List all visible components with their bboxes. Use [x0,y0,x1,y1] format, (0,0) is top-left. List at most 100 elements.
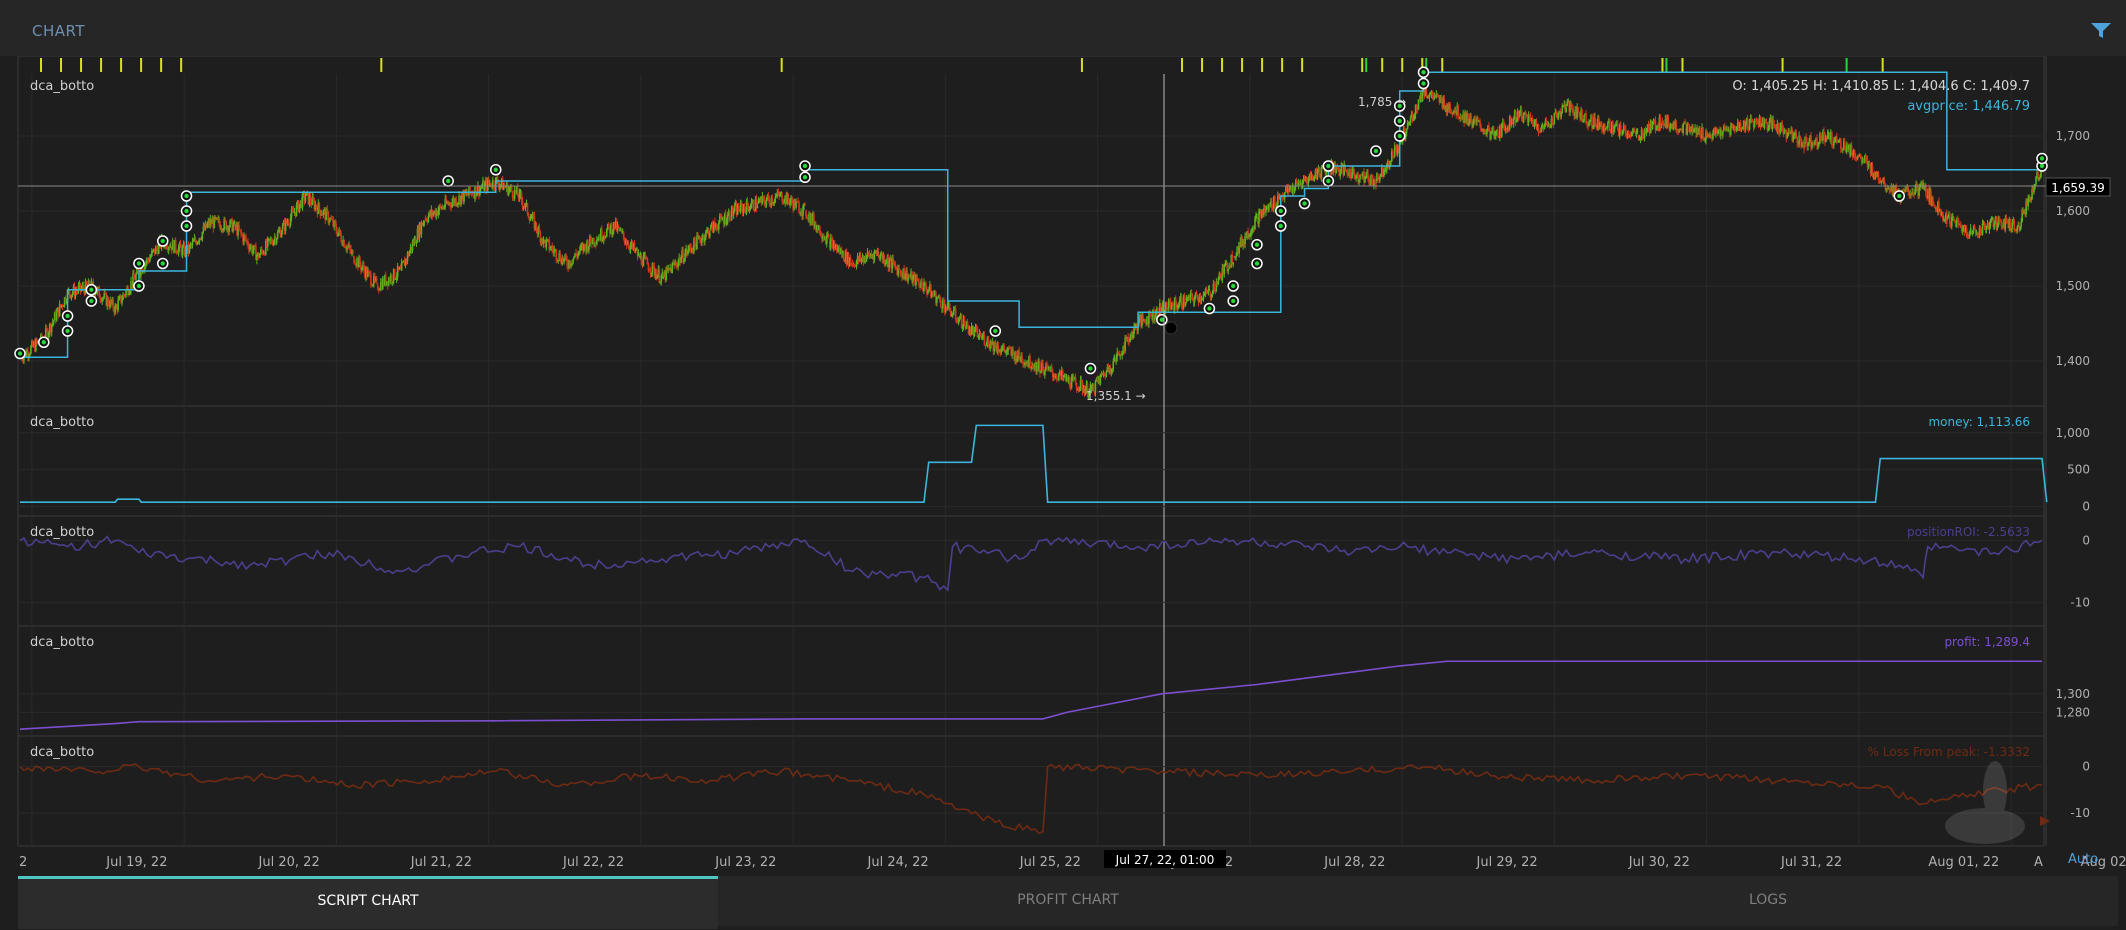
candle-body [555,249,558,260]
trade-marker-dot [802,163,808,169]
candle-body [1682,123,1684,133]
candle-body [1684,122,1686,124]
signal-tick-yellow [1441,58,1444,72]
signal-tick-yellow [1261,58,1264,72]
x-tick-label: Jul 29, 22 [1476,855,1538,870]
candle-body [228,227,230,232]
x-tick-label: Jul 21, 22 [410,855,472,870]
candle-body [1557,113,1560,119]
auto-scale-toggle[interactable]: Auto [2068,852,2098,867]
current-price-label: 1,659.39 [2051,181,2104,195]
candle-body [1256,213,1258,215]
trade-marker-dot [1397,118,1402,124]
candle-body [1213,283,1216,290]
trade-marker-dot [445,178,451,184]
candle-body [728,211,731,220]
candle-body [2039,177,2041,179]
signal-tick-yellow [80,58,83,72]
x-tick-label-edge: 2 [19,855,27,870]
trade-marker-dot [89,298,94,304]
candle-body [135,273,137,280]
trade-marker-dot [2039,156,2045,161]
candle-body [709,232,711,237]
trade-marker-dot [136,283,142,289]
candle-body [1113,356,1116,362]
candle-body [617,225,620,228]
trade-marker-dot [184,193,189,199]
candle-body [352,251,354,253]
trade-marker-dot [1421,70,1426,75]
candle-body [1660,127,1663,129]
candle-body [1836,137,1838,141]
candle-body [1633,128,1636,132]
candle-body [1687,123,1689,125]
signal-tick-yellow [100,58,103,72]
y-tick-label: 1,500 [2056,279,2090,293]
signal-tick-yellow [1781,58,1784,72]
crosshair-point [1164,321,1178,335]
candle-body [1320,167,1323,178]
candle-body [1729,126,1732,135]
tab-logs[interactable]: LOGS [1418,876,2118,926]
candle-body [1973,226,1976,229]
candle-body [622,231,625,238]
filter-icon[interactable] [2090,22,2112,40]
candle-body [1227,269,1230,271]
candle-body [1044,370,1046,376]
candle-body [661,272,664,276]
trade-marker-dot [89,287,94,292]
chart-canvas[interactable]: Jul 19, 22 Jul 20, 22 Jul 21, 22 Jul 22, 22… [0,56,2126,876]
signal-tick-yellow [1201,58,1204,72]
candle-body [921,281,923,289]
trade-marker-dot [41,340,46,345]
candle-body [52,320,55,323]
candle-body [774,197,777,202]
candle-body [1055,375,1058,379]
candle-body [318,202,321,210]
candle-body [1208,288,1211,291]
series-readout: profit: 1,289.4 [1944,635,2030,649]
trade-marker-dot [184,208,189,214]
candle-body [1577,107,1579,112]
low-annotation: 1,355.1 → [1086,389,1146,403]
tab-profit-chart[interactable]: PROFIT CHART [718,876,1418,926]
tab-script-chart[interactable]: SCRIPT CHART [18,876,718,929]
candle-body [756,206,759,209]
y-tick-label: -10 [2070,806,2090,820]
candle-body [1184,303,1187,306]
avgprice-readout: avgprice: 1,446.79 [1907,99,2030,114]
trade-marker-dot [160,261,165,266]
candle-body [117,300,119,311]
trade-marker-dot [1326,163,1331,169]
candle-body [1391,151,1394,156]
x-tick-label: Jul 30, 22 [1628,855,1690,870]
signal-tick-yellow [1661,58,1664,72]
candle-body [1675,121,1678,130]
trade-marker-dot [1088,366,1093,371]
candle-body [1112,361,1115,369]
candle-body [521,200,524,207]
y-tick-label: 1,000 [2056,426,2090,440]
candle-body [607,223,610,227]
bottom-tabs: SCRIPT CHART PROFIT CHART LOGS [18,876,2118,929]
trade-marker-dot [1326,178,1331,184]
candle-body [1561,106,1564,113]
trade-marker-dot [1159,317,1165,322]
candle-body [966,321,969,326]
signal-tick-yellow [1401,58,1404,72]
trade-marker-dot [802,175,808,180]
candle-body [181,246,184,255]
y-tick-label: 0 [2082,760,2090,774]
candle-body [752,200,755,210]
candle-body [828,234,830,237]
panel-label: dca_botto [30,745,94,760]
candle-body [954,308,957,319]
x-tick-label: Jul 19, 22 [105,855,167,870]
signal-tick-yellow [1681,58,1684,72]
x-tick-label: Jul 20, 22 [258,855,320,870]
candle-body [401,262,404,264]
trade-marker-dot [65,313,70,319]
signal-tick-yellow [380,58,383,72]
trade-marker-dot [1278,223,1283,229]
candle-body [1565,107,1568,112]
